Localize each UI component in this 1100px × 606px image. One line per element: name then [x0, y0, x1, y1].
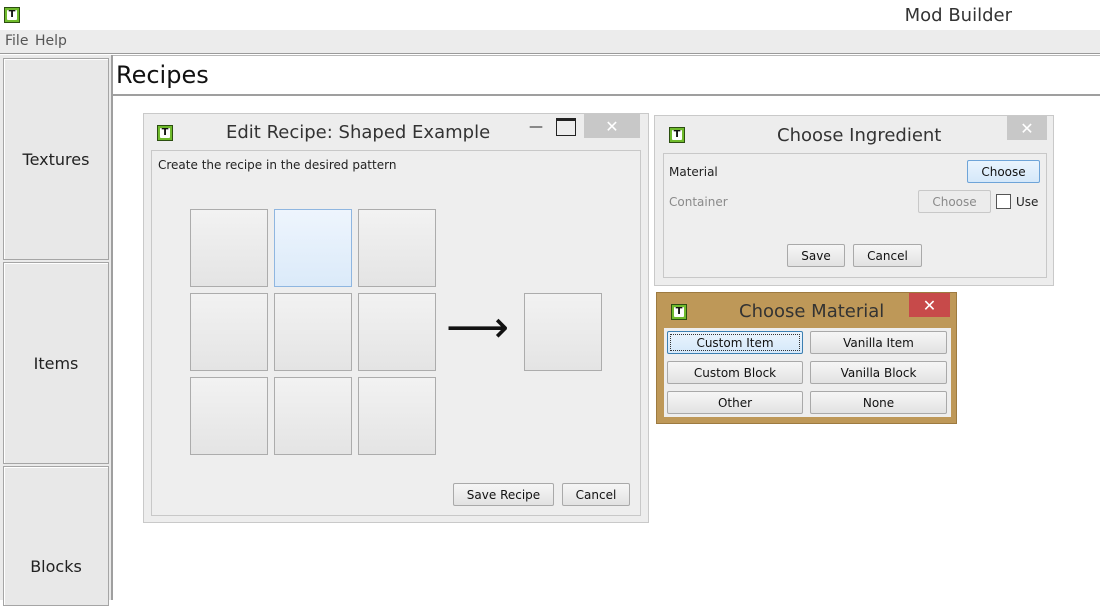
- dialog-title: Edit Recipe: Shaped Example: [226, 122, 491, 143]
- use-label: Use: [1016, 195, 1039, 209]
- close-icon[interactable]: ✕: [1007, 116, 1047, 140]
- minimize-icon[interactable]: —: [524, 116, 548, 138]
- save-recipe-button[interactable]: Save Recipe: [453, 483, 554, 506]
- choose-ingredient-dialog: T Choose Ingredient ✕ Material Choose Co…: [654, 115, 1054, 286]
- window-title: Mod Builder: [904, 5, 1012, 26]
- page-title: Recipes: [116, 61, 209, 89]
- menu-help[interactable]: Help: [35, 33, 67, 49]
- result-slot[interactable]: [524, 293, 602, 371]
- grid-slot-9[interactable]: [358, 377, 436, 455]
- sidebar-item-items[interactable]: Items: [3, 262, 109, 464]
- custom-item-button[interactable]: Custom Item: [667, 331, 803, 354]
- custom-block-button[interactable]: Custom Block: [667, 361, 803, 384]
- grid-slot-1[interactable]: [190, 209, 268, 287]
- sidebar-item-label: Blocks: [30, 556, 82, 576]
- app-logo-icon: T: [669, 127, 685, 143]
- app-logo-icon: T: [4, 7, 20, 23]
- choose-material-button[interactable]: Choose: [967, 160, 1040, 183]
- save-button[interactable]: Save: [787, 244, 845, 267]
- grid-slot-7[interactable]: [190, 377, 268, 455]
- arrow-right-icon: ⟶: [446, 302, 510, 353]
- choose-material-dialog: T Choose Material ✕ Custom Item Vanilla …: [656, 292, 957, 424]
- other-button[interactable]: Other: [667, 391, 803, 414]
- sidebar-item-blocks[interactable]: Blocks: [3, 466, 109, 606]
- grid-slot-4[interactable]: [190, 293, 268, 371]
- sidebar: Textures Items Blocks: [0, 55, 113, 606]
- menu-file[interactable]: File: [5, 33, 28, 49]
- vanilla-item-button[interactable]: Vanilla Item: [810, 331, 947, 354]
- material-label: Material: [669, 165, 718, 179]
- maximize-icon[interactable]: [556, 118, 576, 136]
- recipe-panel: Create the recipe in the desired pattern…: [151, 150, 641, 516]
- close-icon[interactable]: ✕: [909, 293, 950, 317]
- grid-slot-6[interactable]: [358, 293, 436, 371]
- choose-container-button[interactable]: Choose: [918, 190, 991, 213]
- app-logo-icon: T: [157, 125, 173, 141]
- sidebar-item-label: Textures: [22, 149, 90, 169]
- edit-recipe-dialog: T Edit Recipe: Shaped Example — ✕ Create…: [143, 113, 649, 523]
- app-logo-icon: T: [671, 304, 687, 320]
- material-options-panel: Custom Item Vanilla Item Custom Block Va…: [664, 328, 951, 417]
- ingredient-panel: Material Choose Container Choose Use Sav…: [663, 153, 1047, 278]
- grid-slot-5[interactable]: [274, 293, 352, 371]
- grid-slot-3[interactable]: [358, 209, 436, 287]
- grid-slot-2[interactable]: [274, 209, 352, 287]
- sidebar-item-label: Items: [33, 353, 79, 373]
- title-bar: T Mod Builder: [0, 0, 1100, 30]
- sidebar-item-textures[interactable]: Textures: [3, 58, 109, 260]
- container-label: Container: [669, 195, 728, 209]
- dialog-title: Choose Material: [739, 301, 885, 322]
- menu-bar: File Help: [0, 30, 1100, 54]
- grid-slot-8[interactable]: [274, 377, 352, 455]
- instruction-text: Create the recipe in the desired pattern: [158, 158, 397, 172]
- vanilla-block-button[interactable]: Vanilla Block: [810, 361, 947, 384]
- none-button[interactable]: None: [810, 391, 947, 414]
- main-header: Recipes: [113, 55, 1100, 96]
- dialog-title: Choose Ingredient: [777, 125, 942, 146]
- close-icon[interactable]: ✕: [584, 114, 640, 138]
- use-checkbox[interactable]: [996, 194, 1011, 209]
- cancel-button[interactable]: Cancel: [562, 483, 630, 506]
- cancel-button[interactable]: Cancel: [853, 244, 922, 267]
